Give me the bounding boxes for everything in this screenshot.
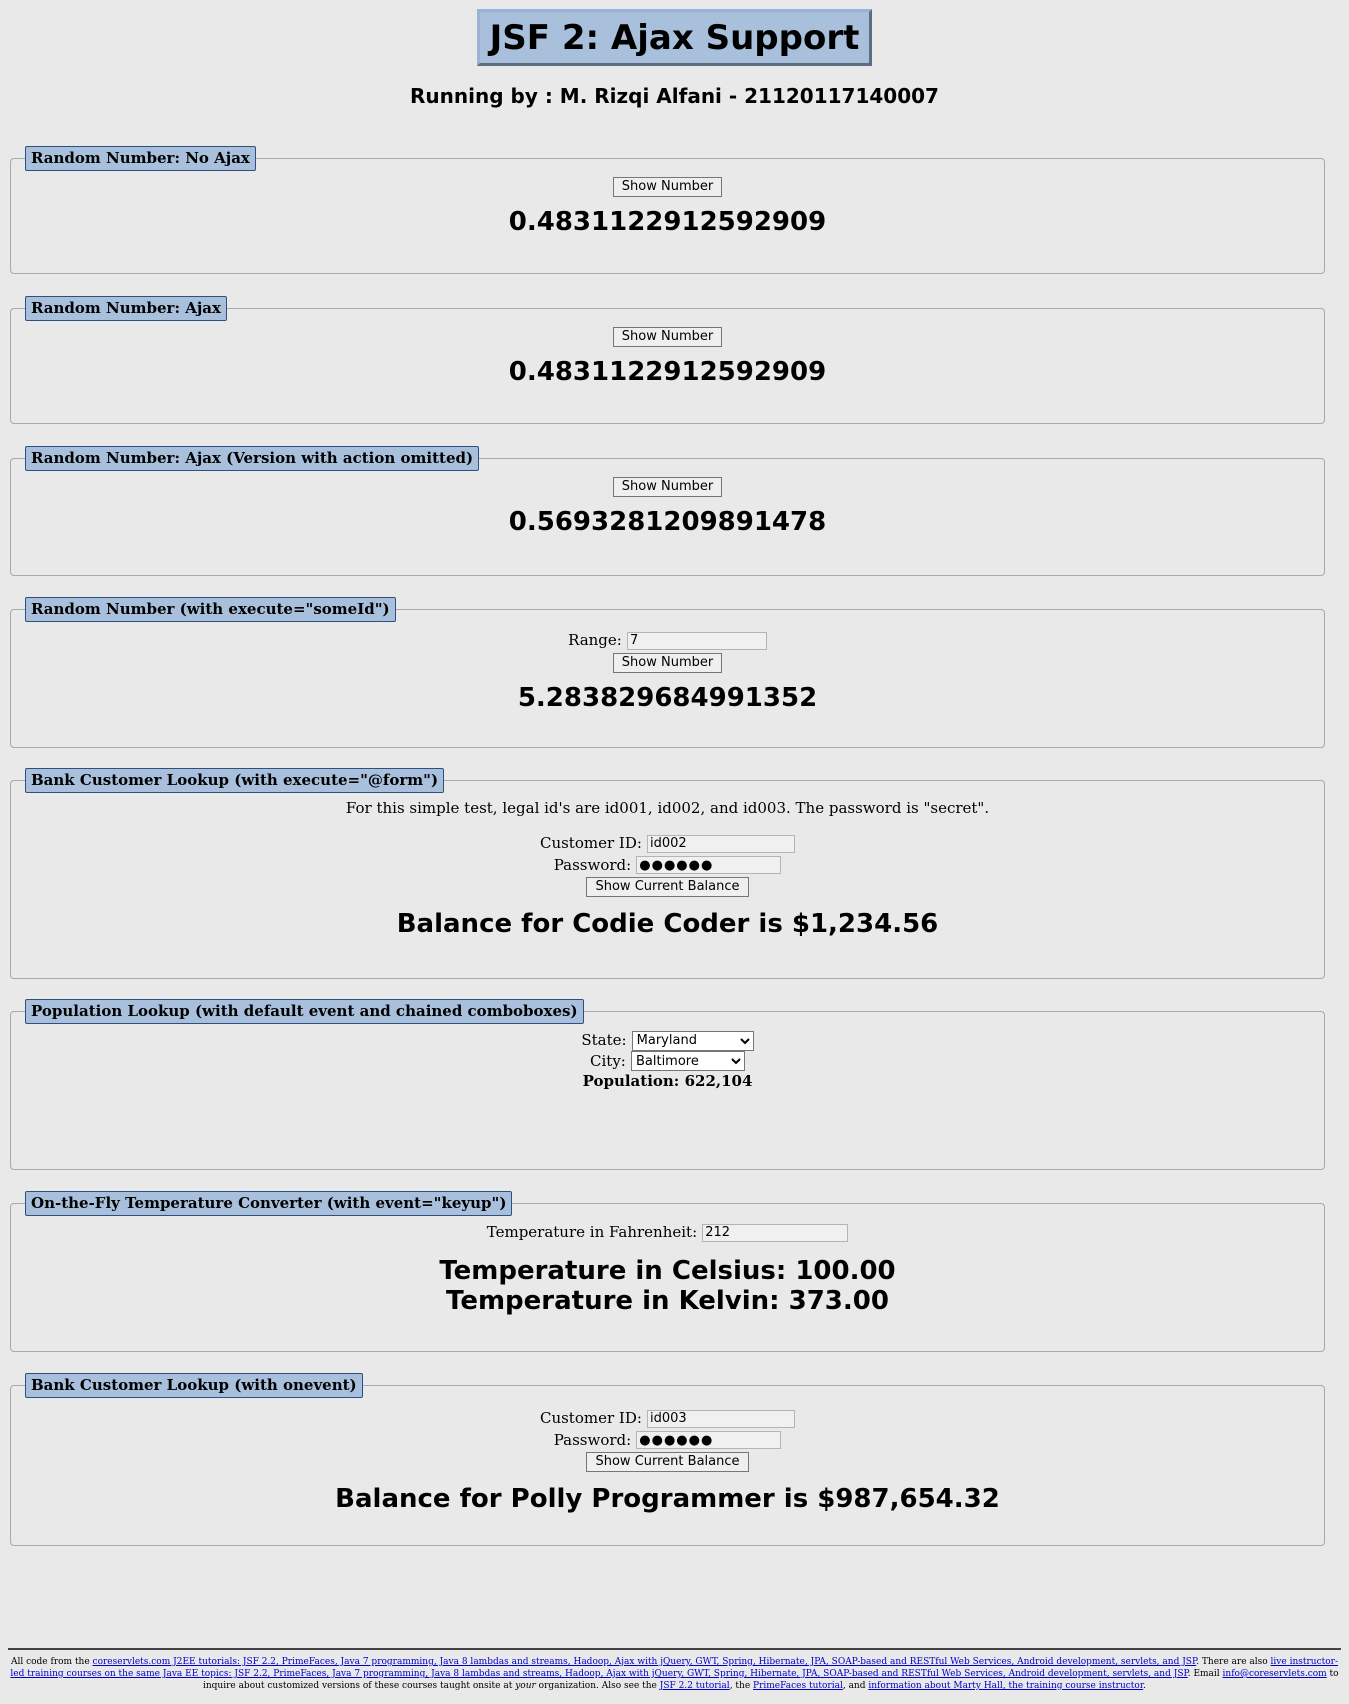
- footer-text: . There are also: [1196, 1657, 1271, 1667]
- range-input[interactable]: [626, 631, 767, 650]
- email-link[interactable]: info@coreservlets.com: [1223, 1669, 1327, 1679]
- range-label: Range:: [568, 631, 622, 649]
- section-legend: Bank Customer Lookup (with onevent): [25, 1373, 363, 1398]
- balance-result: Balance for Codie Coder is $1,234.56: [396, 909, 939, 939]
- footer-divider: [8, 1648, 1341, 1650]
- random-number-result: 5.283829684991352: [517, 682, 818, 713]
- show-number-button[interactable]: Show Number: [612, 652, 723, 673]
- section-bank-lookup-form: Bank Customer Lookup (with execute="@for…: [10, 768, 1325, 979]
- balance-result: Balance for Polly Programmer is $987,654…: [335, 1484, 1000, 1514]
- footer-text: , and: [842, 1681, 869, 1691]
- section-random-no-ajax: Random Number: No Ajax Show Number 0.483…: [10, 146, 1325, 274]
- section-bank-lookup-onevent: Bank Customer Lookup (with onevent) Cust…: [10, 1373, 1325, 1546]
- password-input[interactable]: [636, 1431, 782, 1449]
- section-legend: Random Number: Ajax: [25, 296, 227, 321]
- password-input[interactable]: [636, 856, 782, 874]
- section-random-ajax: Random Number: Ajax Show Number 0.483112…: [10, 296, 1325, 424]
- show-balance-button[interactable]: Show Current Balance: [586, 1452, 749, 1472]
- section-legend: Random Number (with execute="someId"): [25, 597, 396, 622]
- section-temperature-converter: On-the-Fly Temperature Converter (with e…: [10, 1191, 1325, 1352]
- city-label: City:: [590, 1051, 626, 1070]
- instructor-info-link[interactable]: information about Marty Hall, the traini…: [868, 1681, 1143, 1691]
- random-number-result: 0.4831122912592909: [508, 207, 827, 237]
- section-random-execute-id: Random Number (with execute="someId") Ra…: [10, 597, 1325, 748]
- customer-id-input[interactable]: [647, 1409, 796, 1428]
- page-subtitle: Running by : M. Rizqi Alfani - 211201171…: [410, 84, 939, 108]
- show-number-button[interactable]: Show Number: [612, 177, 723, 197]
- section-legend: Population Lookup (with default event an…: [25, 999, 584, 1024]
- footer-text: All code from the: [10, 1657, 93, 1667]
- state-label: State:: [581, 1031, 627, 1049]
- section-legend: Random Number: Ajax (Version with action…: [25, 446, 480, 471]
- kelvin-result: Temperature in Kelvin: 373.00: [446, 1285, 889, 1316]
- section-legend: On-the-Fly Temperature Converter (with e…: [25, 1191, 513, 1216]
- show-balance-button[interactable]: Show Current Balance: [586, 877, 749, 897]
- customer-id-label: Customer ID:: [539, 1409, 642, 1427]
- primefaces-tutorial-link[interactable]: PrimeFaces tutorial: [753, 1681, 843, 1691]
- page-title: JSF 2: Ajax Support: [476, 9, 873, 66]
- password-label: Password:: [553, 855, 632, 874]
- section-legend: Random Number: No Ajax: [25, 146, 256, 171]
- state-select[interactable]: Maryland: [631, 1030, 754, 1051]
- footer-text: .: [1143, 1681, 1147, 1691]
- fahrenheit-label: Temperature in Fahrenheit:: [486, 1223, 698, 1241]
- customer-id-label: Customer ID:: [539, 834, 642, 852]
- password-label: Password:: [553, 1430, 632, 1449]
- random-number-result: 0.5693281209891478: [508, 507, 827, 537]
- celsius-result: Temperature in Celsius: 100.00: [439, 1255, 896, 1286]
- footer-text: . Email: [1187, 1669, 1223, 1679]
- city-select[interactable]: Baltimore: [630, 1051, 745, 1071]
- jsf-tutorial-link[interactable]: JSF 2.2 tutorial: [660, 1681, 730, 1691]
- footer-emphasis: your: [515, 1681, 536, 1691]
- footer-text: , the: [729, 1681, 754, 1691]
- section-population-lookup: Population Lookup (with default event an…: [10, 999, 1325, 1170]
- test-instructions: For this simple test, legal id's are id0…: [345, 799, 990, 817]
- footer: All code from the coreservlets.com J2EE …: [8, 1656, 1341, 1692]
- footer-text: organization. Also see the: [535, 1681, 660, 1691]
- page-header: JSF 2: Ajax Support: [0, 0, 1349, 66]
- population-result: Population: 622,104: [582, 1072, 753, 1090]
- random-number-result: 0.4831122912592909: [508, 357, 827, 387]
- customer-id-input[interactable]: [647, 834, 796, 853]
- fahrenheit-input[interactable]: [702, 1223, 849, 1242]
- tutorials-link[interactable]: coreservlets.com J2EE tutorials: JSF 2.2…: [93, 1657, 1197, 1667]
- show-number-button[interactable]: Show Number: [612, 477, 723, 497]
- section-random-ajax-action-omitted: Random Number: Ajax (Version with action…: [10, 446, 1325, 576]
- section-legend: Bank Customer Lookup (with execute="@for…: [25, 768, 445, 793]
- show-number-button[interactable]: Show Number: [612, 327, 723, 347]
